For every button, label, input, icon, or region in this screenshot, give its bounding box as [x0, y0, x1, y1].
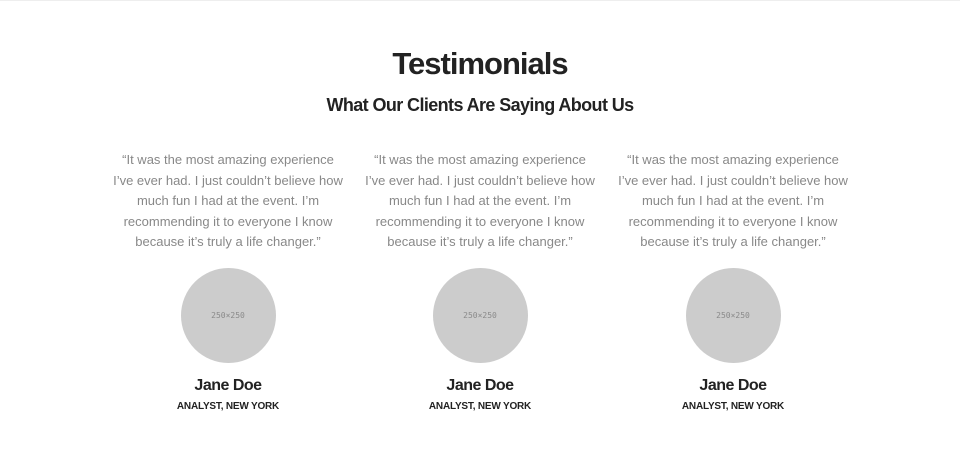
testimonials-list: “It was the most amazing experience I’ve… [0, 150, 960, 430]
avatar: 250×250 [685, 268, 781, 363]
client-name: Jane Doe [699, 377, 767, 394]
client-name: Jane Doe [194, 377, 262, 394]
testimonial-card: “It was the most amazing experience I’ve… [618, 150, 848, 414]
client-role: ANALYST, NEW YORK [681, 401, 785, 412]
testimonial-quote: “It was the most amazing experience I’ve… [618, 152, 848, 249]
testimonial-quote: “It was the most amazing experience I’ve… [365, 152, 595, 249]
testimonial-quote: “It was the most amazing experience I’ve… [113, 152, 343, 249]
avatar-placeholder-label: 250×250 [211, 311, 245, 320]
section-subtitle: What Our Clients Are Saying About Us [326, 95, 634, 115]
avatar-placeholder-label: 250×250 [716, 311, 750, 320]
client-role: ANALYST, NEW YORK [176, 401, 280, 412]
avatar: 250×250 [432, 268, 528, 363]
avatar-placeholder-label: 250×250 [463, 311, 497, 320]
client-name: Jane Doe [446, 377, 514, 394]
avatar: 250×250 [180, 268, 276, 363]
top-divider [0, 0, 960, 1]
client-role: ANALYST, NEW YORK [428, 401, 532, 412]
testimonial-card: “It was the most amazing experience I’ve… [365, 150, 595, 414]
section-title: Testimonials [392, 46, 568, 81]
testimonial-card: “It was the most amazing experience I’ve… [113, 150, 343, 414]
